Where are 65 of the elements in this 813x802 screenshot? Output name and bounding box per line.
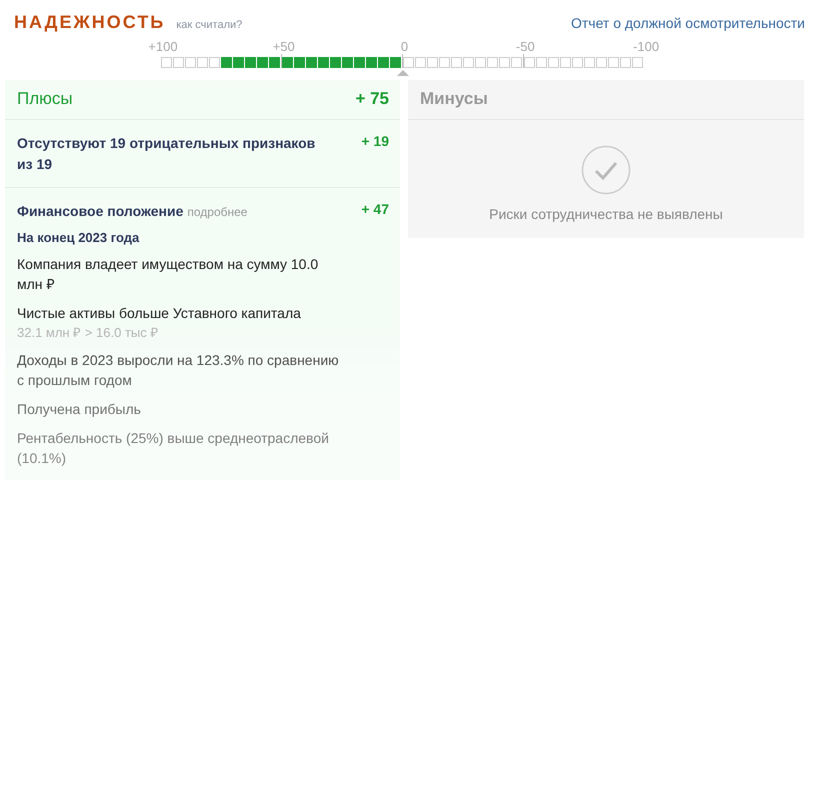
scale-cell	[378, 57, 389, 68]
scale-cell	[354, 57, 365, 68]
panel-title: Минусы	[408, 80, 804, 120]
section-title: НАДЕЖНОСТЬ	[14, 12, 166, 33]
scale-cell	[511, 57, 522, 68]
fact-text: Доходы в 2023 выросли на 123.3% по сравнению с прошлым годом	[17, 351, 340, 390]
scale-cell	[366, 57, 377, 68]
total-score: + 75	[355, 89, 389, 109]
scale-label: -100	[633, 39, 660, 54]
fact-text: Получена прибыль	[17, 400, 142, 419]
scale-cell	[318, 57, 329, 68]
group-title: Финансовое положение	[17, 202, 184, 221]
scale-label: 0	[400, 39, 408, 54]
scale-cell	[294, 57, 305, 68]
report-link[interactable]: Отчет о должной осмотрительности	[570, 15, 805, 31]
scale-cell	[269, 57, 280, 68]
check-icon	[581, 145, 631, 195]
scale-cell	[233, 57, 244, 68]
scale-label: +100	[148, 39, 178, 54]
scale-cell	[342, 57, 353, 68]
scale-cell	[463, 57, 474, 68]
group-score: + 47	[361, 201, 389, 219]
scale-cell	[185, 57, 196, 68]
scale-cell	[596, 57, 607, 68]
scale-cell	[608, 57, 619, 68]
scale-cell	[499, 57, 510, 68]
scale-cell	[560, 57, 571, 68]
scale-cell	[197, 57, 208, 68]
scale-cell	[390, 57, 401, 68]
empty-message: Риски сотрудничества не выявлены	[489, 206, 723, 222]
scale-cell	[427, 57, 438, 68]
group-title: Отсутствуют 19 отрицательных признаков из 19	[17, 134, 316, 174]
period-label: На конец 2023 года	[17, 230, 140, 245]
scale-cell	[415, 57, 426, 68]
scale-label: +50	[272, 39, 295, 54]
scale-cell	[487, 57, 498, 68]
fact-text: Чистые активы больше Уставного капитала	[17, 304, 302, 323]
scale-cell	[173, 57, 184, 68]
scale-cell	[536, 57, 547, 68]
scale-cell	[548, 57, 559, 68]
scale-cell	[439, 57, 450, 68]
scale-label: -50	[516, 39, 535, 54]
scale-cell	[245, 57, 256, 68]
scale-cell	[330, 57, 341, 68]
fact-text: Компания владеет имуществом на сумму 10.0 млн ₽	[17, 255, 320, 294]
scale-cell	[475, 57, 486, 68]
scale-cell	[572, 57, 583, 68]
scale-cell	[451, 57, 462, 68]
scale-cell	[584, 57, 595, 68]
group-score: + 19	[361, 133, 389, 151]
fact-text: Рентабельность (25%) выше среднеотраслевой (10.1%)	[17, 429, 330, 468]
help-link[interactable]: как считали?	[176, 19, 242, 31]
scale-cell	[161, 57, 172, 68]
scale-cell	[403, 57, 414, 68]
scale-cell	[632, 57, 643, 68]
more-link[interactable]: подробнее	[187, 205, 248, 219]
panel-title: Плюсы	[17, 89, 73, 109]
fact-note: 32.1 млн ₽ > 16.0 тыс ₽	[17, 324, 160, 341]
scale-cell	[221, 57, 232, 68]
scale-cell	[282, 57, 293, 68]
scale-cell	[524, 57, 535, 68]
scale-cell	[620, 57, 631, 68]
scale-cell	[306, 57, 317, 68]
scale-cell	[257, 57, 268, 68]
scale-cell	[209, 57, 220, 68]
